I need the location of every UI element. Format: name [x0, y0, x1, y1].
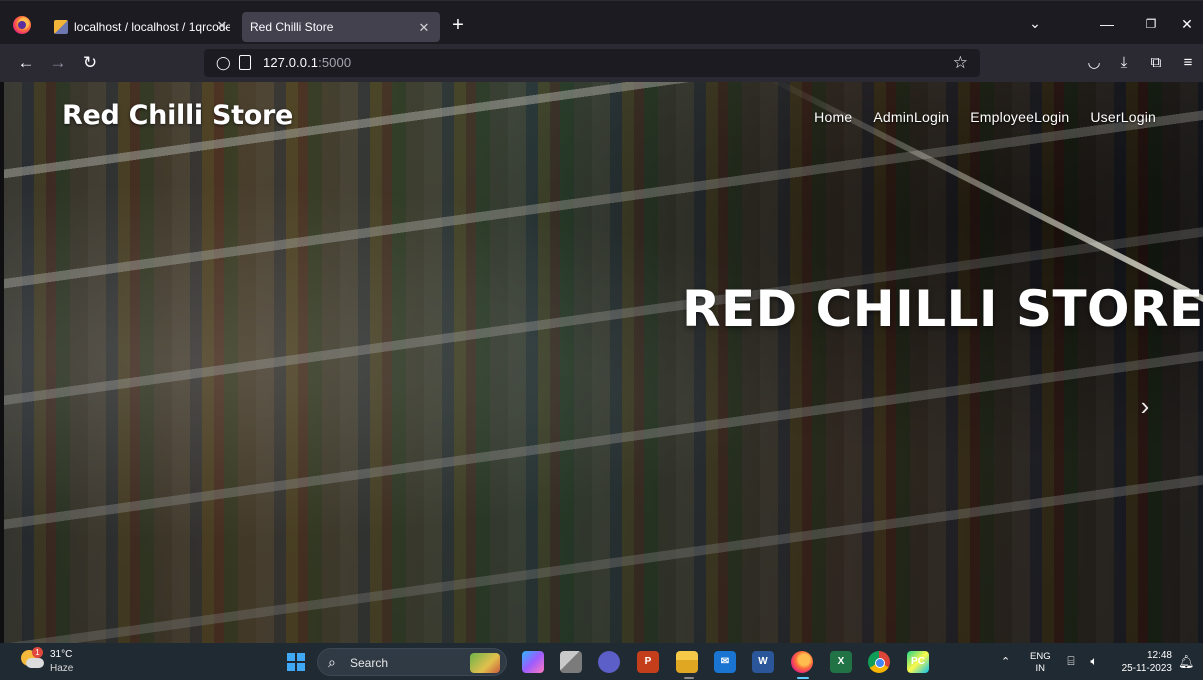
site-brand[interactable]: Red Chilli Store: [62, 100, 293, 131]
extensions-icon[interactable]: ⧉: [1146, 53, 1166, 73]
browser-toolbar: ← → ↻ ◯ 127.0.0.1:5000 ☆ ◡ ⤓ ⧉ ≡: [0, 44, 1203, 82]
windows-start-icon[interactable]: [287, 653, 305, 671]
clock-time: 12:48: [1146, 650, 1172, 661]
carousel-next-chevron-icon[interactable]: ›: [1134, 393, 1156, 419]
weather-widget-icon[interactable]: 1: [20, 647, 44, 670]
app-menu-icon[interactable]: ≡: [1178, 53, 1198, 73]
tab-red-chilli-store[interactable]: Red Chilli Store ✕: [242, 12, 440, 42]
nav-user-login-link[interactable]: UserLogin: [1090, 109, 1156, 125]
close-icon[interactable]: ✕: [416, 20, 432, 36]
browser-tab-bar: localhost / localhost / 1qrcodec ✕ Red C…: [0, 0, 1203, 44]
close-window-button[interactable]: ✕: [1178, 15, 1196, 33]
url-host: 127.0.0.1: [263, 55, 319, 70]
excel-icon[interactable]: X: [830, 651, 852, 673]
restore-button[interactable]: ❐: [1142, 15, 1160, 33]
url-port: :5000: [318, 55, 352, 70]
firefox-view-icon[interactable]: [13, 16, 31, 34]
forward-button[interactable]: →: [48, 53, 68, 73]
search-label: Search: [350, 656, 389, 670]
tab-title: Red Chilli Store: [250, 20, 334, 34]
copilot-icon[interactable]: [522, 651, 544, 673]
weather-temperature[interactable]: 31°C: [50, 649, 72, 660]
notification-badge: 1: [32, 647, 43, 658]
new-tab-button[interactable]: +: [449, 15, 467, 35]
lang-code: ENG: [1030, 651, 1051, 662]
nav-admin-login-link[interactable]: AdminLogin: [873, 109, 949, 125]
address-bar[interactable]: ◯ 127.0.0.1:5000 ☆: [204, 49, 980, 77]
show-hidden-icons-chevron-icon[interactable]: ⌃: [1001, 655, 1010, 668]
start-tile: [287, 663, 295, 671]
search-icon: ⌕: [328, 654, 336, 670]
lang-region: IN: [1035, 663, 1046, 674]
clock-date: 25-11-2023: [1121, 663, 1172, 674]
pocket-icon[interactable]: ◡: [1084, 53, 1104, 73]
file-explorer-icon[interactable]: [676, 651, 698, 673]
reload-button[interactable]: ↻: [80, 53, 100, 73]
taskbar-search-box[interactable]: ⌕ Search: [317, 648, 507, 676]
clock[interactable]: 12:48 25-11-2023: [1116, 649, 1172, 675]
screen: localhost / localhost / 1qrcodec ✕ Red C…: [0, 0, 1203, 680]
hero-title: RED CHILLI STORE: [682, 280, 1203, 338]
running-indicator: [684, 677, 694, 679]
firefox-icon[interactable]: [791, 651, 813, 673]
list-all-tabs-chevron-icon[interactable]: ⌄: [1026, 15, 1044, 33]
downloads-icon[interactable]: ⤓: [1114, 53, 1134, 73]
url-text[interactable]: 127.0.0.1:5000: [263, 55, 351, 70]
input-language[interactable]: ENG IN: [1030, 651, 1051, 675]
chrome-icon[interactable]: [868, 651, 890, 673]
tab-title: localhost / localhost / 1qrcodec: [74, 20, 230, 34]
tracking-protection-shield-icon[interactable]: ◯: [216, 55, 231, 71]
site-nav: Home AdminLogin EmployeeLogin UserLogin: [814, 109, 1156, 125]
nav-employee-login-link[interactable]: EmployeeLogin: [970, 109, 1069, 125]
pycharm-icon[interactable]: PC: [907, 651, 929, 673]
start-tile: [297, 663, 305, 671]
word-icon[interactable]: W: [752, 651, 774, 673]
nav-home-link[interactable]: Home: [814, 109, 852, 125]
bookmark-star-icon[interactable]: ☆: [953, 53, 968, 73]
page-info-icon[interactable]: [239, 55, 251, 70]
minimize-button[interactable]: —: [1098, 15, 1116, 33]
back-button[interactable]: ←: [16, 53, 36, 73]
mail-icon[interactable]: ✉: [714, 651, 736, 673]
volume-muted-icon[interactable]: 🔈︎: [1086, 654, 1102, 668]
active-app-indicator: [797, 677, 809, 679]
hero-section: Red Chilli Store Home AdminLogin Employe…: [4, 82, 1203, 643]
cloud-icon: [26, 658, 44, 668]
network-icon[interactable]: ⌸: [1063, 654, 1079, 668]
weather-condition[interactable]: Haze: [50, 663, 73, 674]
start-tile: [287, 653, 295, 661]
close-icon[interactable]: ✕: [214, 18, 230, 34]
tab-phpmyadmin[interactable]: localhost / localhost / 1qrcodec ✕: [46, 10, 238, 44]
hero-background-image: [4, 82, 1203, 643]
phpmyadmin-favicon-icon: [54, 20, 68, 34]
powerpoint-icon[interactable]: P: [637, 651, 659, 673]
teams-icon[interactable]: [598, 651, 620, 673]
taskbar: 1 31°C Haze ⌕ Search P ✉ W X PC ⌃ ENG IN …: [0, 643, 1203, 680]
search-highlight-icon: [470, 653, 500, 673]
start-tile: [297, 653, 305, 661]
notifications-bell-icon[interactable]: 🔔︎: [1178, 654, 1195, 670]
task-view-icon[interactable]: [560, 651, 582, 673]
